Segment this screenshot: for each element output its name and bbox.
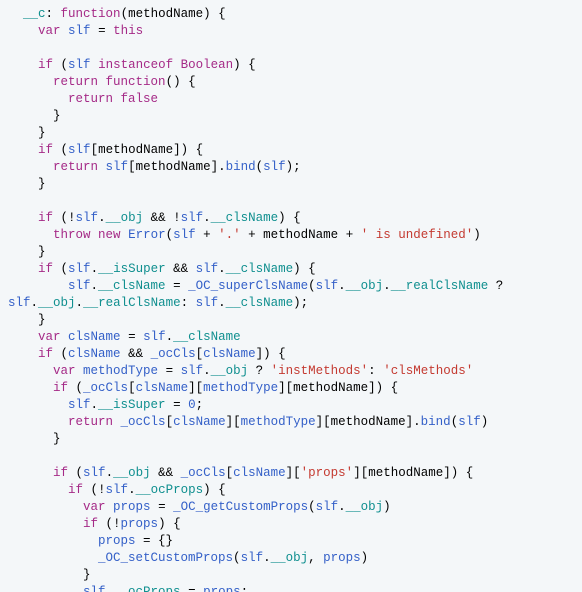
code-block: __c: function(methodName) { var slf = th…: [0, 0, 582, 592]
prop-key: __c: [23, 7, 46, 21]
